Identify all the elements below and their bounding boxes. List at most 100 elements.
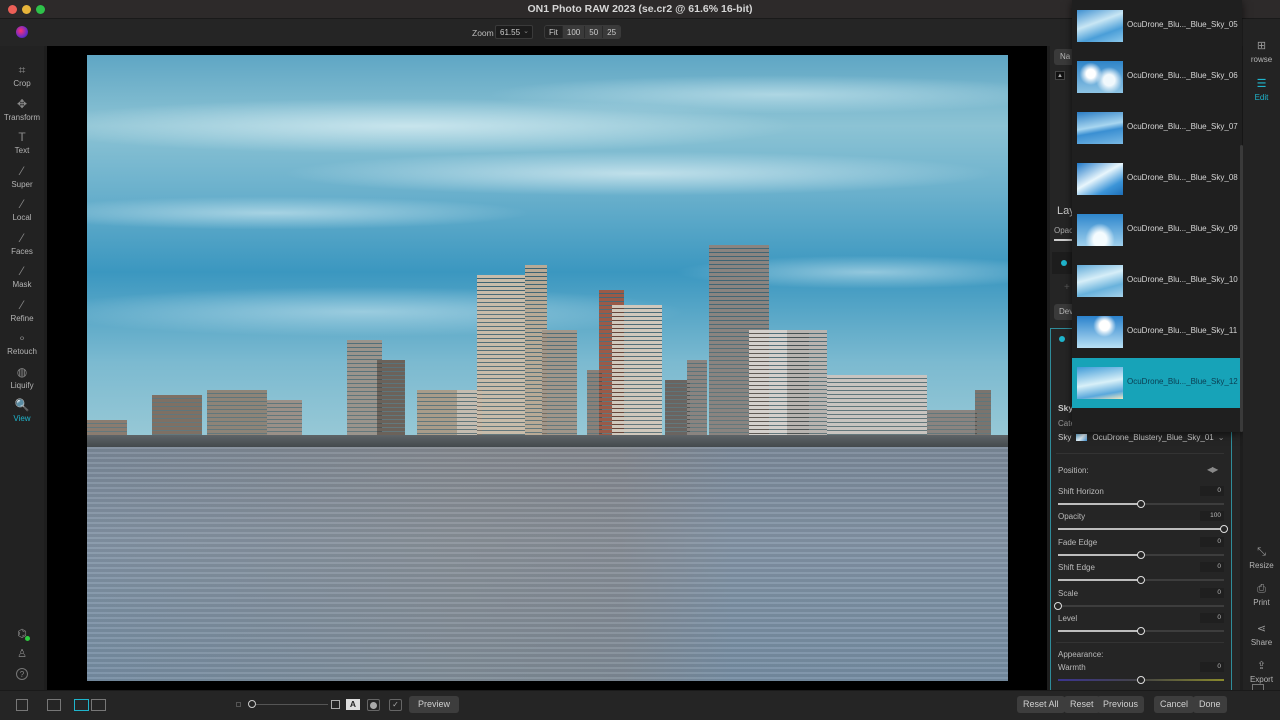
app-logo-icon[interactable] <box>16 26 28 38</box>
position-label: Position: <box>1058 466 1089 475</box>
slider-track[interactable] <box>1058 525 1228 533</box>
done-button[interactable]: Done <box>1193 696 1227 713</box>
tool-retouch[interactable]: ∘ Retouch <box>0 331 44 356</box>
export-button[interactable]: ⇪ Export <box>1243 659 1280 684</box>
slider-knob[interactable] <box>1137 576 1145 584</box>
level-slider[interactable]: Level 0 <box>1058 613 1224 638</box>
module-edit[interactable]: ☰ Edit <box>1243 77 1280 102</box>
brush-size-slider[interactable] <box>256 704 328 705</box>
cancel-button[interactable]: Cancel <box>1154 696 1195 713</box>
zoom-25-button[interactable]: 25 <box>602 26 621 38</box>
slider-knob[interactable] <box>1137 551 1145 559</box>
zoom-fit-button[interactable]: Fit <box>545 26 562 38</box>
panel-enable-dot[interactable] <box>1059 336 1065 342</box>
divider <box>1056 453 1224 454</box>
sky-option-label: OcuDrone_Blu..._Blue_Sky_08 <box>1127 173 1238 182</box>
sky-option[interactable]: OcuDrone_Blu..._Blue_Sky_05 <box>1072 1 1242 51</box>
shift-horizon-slider[interactable]: Shift Horizon 0 <box>1058 486 1224 511</box>
slider-knob[interactable] <box>1220 525 1228 533</box>
tool-refine[interactable]: ⁄ Refine <box>0 298 44 323</box>
sky-select-row: Sky OcuDrone_Blustery_Blue_Sky_01 ⌄ <box>1058 433 1224 442</box>
slider-track[interactable] <box>1054 602 1224 610</box>
reset-button[interactable]: Reset <box>1064 696 1100 713</box>
sky-option[interactable]: OcuDrone_Blu..._Blue_Sky_06 <box>1072 52 1242 102</box>
photo-preview[interactable] <box>87 55 1008 681</box>
module-label: rowse <box>1250 55 1273 64</box>
print-button[interactable]: ⎙ Print <box>1243 582 1280 607</box>
tool-text[interactable]: T Text <box>0 130 44 155</box>
opacity-slider[interactable] <box>1054 239 1074 241</box>
help-icon[interactable]: ? <box>16 668 28 680</box>
module-rowse[interactable]: ⊞ rowse <box>1243 39 1280 64</box>
position-arrows-icon[interactable]: ◀▶ <box>1207 465 1218 474</box>
tool-local[interactable]: ⁄ Local <box>0 197 44 222</box>
slider-value[interactable]: 0 <box>1200 486 1224 496</box>
sky-select[interactable]: OcuDrone_Blustery_Blue_Sky_01 ⌄ <box>1092 433 1224 442</box>
layer-visibility-dot[interactable] <box>1061 260 1067 266</box>
opacity-slider[interactable]: Opacity 100 <box>1058 511 1228 536</box>
move-icon: ✥ <box>16 96 28 111</box>
slider-value[interactable]: 0 <box>1200 537 1224 547</box>
slider-track[interactable] <box>1058 551 1224 559</box>
zoom-input[interactable]: 61.55 ⌄ <box>495 25 533 39</box>
slider-track[interactable] <box>1058 627 1224 635</box>
slider-value[interactable]: 0 <box>1200 562 1224 572</box>
resize-button[interactable]: ⤡ Resize <box>1243 545 1280 570</box>
shift-edge-slider[interactable]: Shift Edge 0 <box>1058 562 1224 587</box>
tool-view[interactable]: 🔍 View <box>0 398 44 423</box>
share-button[interactable]: ⋖ Share <box>1243 622 1280 647</box>
slider-track[interactable] <box>1058 676 1224 684</box>
zoom-50-button[interactable]: 50 <box>584 26 603 38</box>
tool-transform[interactable]: ✥ Transform <box>0 97 44 122</box>
tool-crop[interactable]: ⌗ Crop <box>0 63 44 88</box>
zoom-100-button[interactable]: 100 <box>561 26 585 38</box>
tool-label: Refine <box>10 313 34 323</box>
sky-option[interactable]: OcuDrone_Blu..._Blue_Sky_10 <box>1072 256 1242 306</box>
single-view-icon[interactable] <box>74 699 89 711</box>
sky-thumbnail <box>1077 265 1123 297</box>
compare-view-icon[interactable] <box>91 699 106 711</box>
crop-icon: ⌗ <box>18 63 26 77</box>
collapse-icon[interactable]: ▲ <box>1055 71 1065 80</box>
slider-value[interactable]: 0 <box>1200 588 1224 598</box>
filmstrip-icon[interactable] <box>47 699 61 711</box>
sky-option[interactable]: OcuDrone_Blu..._Blue_Sky_11 <box>1072 307 1242 357</box>
auto-icon[interactable]: A <box>346 699 360 710</box>
preview-button[interactable]: Preview <box>409 696 459 713</box>
tool-faces[interactable]: ⁄ Faces <box>0 231 44 256</box>
river-water <box>87 447 1008 681</box>
slider-track[interactable] <box>1058 576 1224 584</box>
scale-slider[interactable]: Scale 0 <box>1054 588 1224 613</box>
mask-view-icon[interactable] <box>367 699 380 711</box>
sky-option[interactable]: OcuDrone_Blu..._Blue_Sky_08 <box>1072 154 1242 204</box>
slider-knob[interactable] <box>1054 602 1062 610</box>
reset-all-button[interactable]: Reset All <box>1017 696 1065 713</box>
slider-knob[interactable] <box>1137 500 1145 508</box>
apply-check-icon[interactable]: ✓ <box>389 699 402 711</box>
sky-option[interactable]: OcuDrone_Blu..._Blue_Sky_09 <box>1072 205 1242 255</box>
toggle-left-panel-icon[interactable] <box>16 699 28 711</box>
tool-mask[interactable]: ⁄ Mask <box>0 264 44 289</box>
warmth-slider[interactable]: Warmth 0 <box>1058 662 1224 687</box>
brush-size-knob[interactable] <box>248 700 256 708</box>
account-icon[interactable]: ♙ <box>14 646 30 662</box>
slider-knob[interactable] <box>1137 627 1145 635</box>
slider-value[interactable]: 100 <box>1200 511 1224 521</box>
image-canvas[interactable] <box>47 46 1047 690</box>
add-layer-icon[interactable]: + <box>1064 282 1070 293</box>
tool-liquify[interactable]: ◍ Liquify <box>0 365 44 390</box>
slider-value[interactable]: 0 <box>1200 613 1224 623</box>
fade-edge-slider[interactable]: Fade Edge 0 <box>1058 537 1224 562</box>
mask-overlay-icon[interactable] <box>331 700 340 709</box>
sky-option-label: OcuDrone_Blu..._Blue_Sky_05 <box>1127 20 1238 29</box>
slider-track[interactable] <box>1058 500 1224 508</box>
sky-option[interactable]: OcuDrone_Blu..._Blue_Sky_07 <box>1072 103 1242 153</box>
previous-button[interactable]: Previous <box>1097 696 1145 713</box>
tool-label: Faces <box>11 246 33 256</box>
retouch-icon: ∘ <box>18 331 26 345</box>
slider-knob[interactable] <box>1137 676 1145 684</box>
tool-super[interactable]: ⁄ Super <box>0 164 44 189</box>
sky-option[interactable]: OcuDrone_Blu..._Blue_Sky_12 <box>1072 358 1242 408</box>
cloud-sync-icon[interactable]: ⌬ <box>14 626 30 642</box>
slider-value[interactable]: 0 <box>1200 662 1224 672</box>
